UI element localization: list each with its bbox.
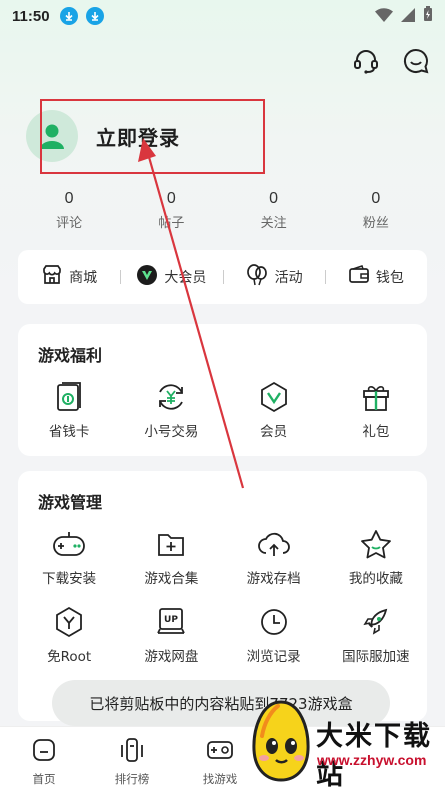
status-bar: 11:50 xyxy=(0,0,445,32)
clock-icon xyxy=(257,605,291,639)
rice-mascot-logo xyxy=(252,700,310,782)
signal-icon xyxy=(401,7,415,26)
grid-label: 国际服加速 xyxy=(342,649,410,665)
nav-label: 找游戏 xyxy=(202,772,238,786)
stat-posts[interactable]: 0 帖子 xyxy=(120,190,222,231)
welfare-account-trade[interactable]: 小号交易 xyxy=(120,380,222,440)
manage-game-collection[interactable]: 游戏合集 xyxy=(120,527,222,587)
star-icon xyxy=(359,527,393,561)
folder-plus-icon xyxy=(154,527,188,561)
manage-intl-accelerator[interactable]: 国际服加速 xyxy=(325,605,427,665)
grid-label: 礼包 xyxy=(362,424,390,440)
stat-followers[interactable]: 0 粉丝 xyxy=(325,190,427,231)
nav-label: 排行榜 xyxy=(114,772,150,786)
manage-my-favorites[interactable]: 我的收藏 xyxy=(325,527,427,587)
grid-label: 游戏网盘 xyxy=(144,649,199,665)
stat-value: 0 xyxy=(269,190,279,207)
watermark-url: www.zzhyw.com xyxy=(317,752,427,768)
annotation-highlight-box xyxy=(40,99,265,174)
section-title: 游戏福利 xyxy=(38,346,103,365)
up-drive-icon: UP xyxy=(154,605,188,639)
stat-label: 帖子 xyxy=(158,216,185,231)
customer-service-icon[interactable] xyxy=(351,46,381,76)
grid-label: 小号交易 xyxy=(144,424,199,440)
manage-download-install[interactable]: 下载安装 xyxy=(18,527,120,587)
grid-label: 游戏存档 xyxy=(246,571,301,587)
stat-following[interactable]: 0 关注 xyxy=(223,190,325,231)
stat-value: 0 xyxy=(64,190,74,207)
gift-icon xyxy=(359,380,393,414)
balloon-icon xyxy=(245,264,269,290)
shortcut-bar: 商城 大会员 活动 钱包 xyxy=(18,250,427,304)
welfare-gift-pack[interactable]: 礼包 xyxy=(325,380,427,440)
find-game-icon xyxy=(206,737,234,767)
section-title: 游戏管理 xyxy=(38,493,103,512)
shortcut-store[interactable]: 商城 xyxy=(18,264,120,290)
nav-label: 首页 xyxy=(32,772,56,786)
stat-label: 关注 xyxy=(260,216,287,231)
shortcut-wallet[interactable]: 钱包 xyxy=(325,264,427,290)
site-watermark: 大米下载站 www.zzhyw.com xyxy=(240,688,445,791)
grid-label: 我的收藏 xyxy=(348,571,403,587)
grid-label: 省钱卡 xyxy=(48,424,90,440)
shortcut-label: 活动 xyxy=(274,270,303,286)
grid-label: 会员 xyxy=(260,424,288,440)
shortcut-label: 钱包 xyxy=(375,270,404,286)
store-icon xyxy=(41,264,63,290)
manage-game-drive[interactable]: UP 游戏网盘 xyxy=(120,605,222,665)
grid-label: 游戏合集 xyxy=(144,571,199,587)
wifi-icon xyxy=(375,7,393,26)
hexagon-y-icon xyxy=(52,605,86,639)
shortcut-label: 商城 xyxy=(69,270,98,286)
top-actions xyxy=(351,46,431,76)
vip-icon xyxy=(136,264,158,290)
stat-value: 0 xyxy=(166,190,176,207)
member-badge-icon xyxy=(257,380,291,414)
welfare-savings-card[interactable]: 省钱卡 xyxy=(18,380,120,440)
grid-label: 下载安装 xyxy=(42,571,97,587)
game-welfare-card: 游戏福利 省钱卡 小号交易 会员 礼包 xyxy=(18,324,427,456)
shortcut-label: 大会员 xyxy=(164,270,207,286)
nav-ranking[interactable]: 排行榜 xyxy=(88,727,176,791)
shortcut-vip[interactable]: 大会员 xyxy=(120,264,222,290)
battery-icon xyxy=(423,6,433,26)
stat-comments[interactable]: 0 评论 xyxy=(18,190,120,231)
stat-label: 评论 xyxy=(56,216,83,231)
manage-browse-history[interactable]: 浏览记录 xyxy=(223,605,325,665)
yuan-exchange-icon xyxy=(154,380,188,414)
cloud-upload-icon xyxy=(257,527,291,561)
home-icon xyxy=(31,737,57,767)
message-icon[interactable] xyxy=(401,46,431,76)
stat-value: 0 xyxy=(371,190,381,207)
download-notification-icon xyxy=(59,7,78,25)
grid-label: 浏览记录 xyxy=(246,649,301,665)
manage-no-root[interactable]: 免Root xyxy=(18,605,120,665)
ranking-icon xyxy=(119,737,145,767)
nav-home[interactable]: 首页 xyxy=(0,727,88,791)
download-notification-icon xyxy=(85,7,104,25)
stat-label: 粉丝 xyxy=(362,216,389,231)
manage-game-saves[interactable]: 游戏存档 xyxy=(223,527,325,587)
svg-text:UP: UP xyxy=(164,615,178,625)
welfare-member[interactable]: 会员 xyxy=(223,380,325,440)
shortcut-activity[interactable]: 活动 xyxy=(223,264,325,290)
wallet-icon xyxy=(348,264,370,290)
user-stats: 0 评论 0 帖子 0 关注 0 粉丝 xyxy=(18,190,427,231)
gamepad-icon xyxy=(52,527,86,561)
grid-label: 免Root xyxy=(47,649,92,665)
rocket-icon xyxy=(359,605,393,639)
savings-card-icon xyxy=(52,380,86,414)
clock-time: 11:50 xyxy=(12,7,50,25)
